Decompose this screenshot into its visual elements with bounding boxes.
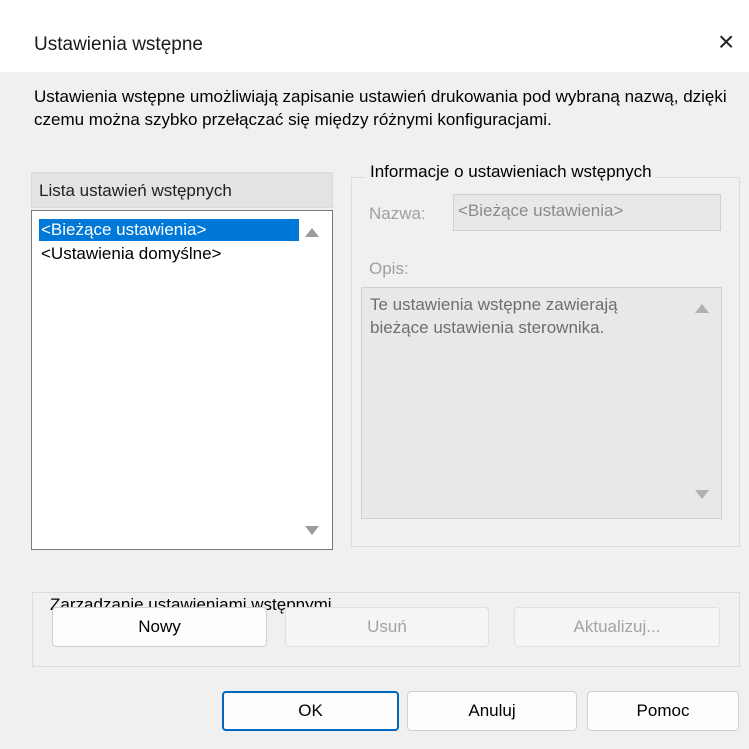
preset-listbox[interactable]: <Bieżące ustawienia> <Ustawienia domyśln…: [31, 210, 333, 550]
preset-list-header-label: Lista ustawień wstępnych: [39, 181, 232, 200]
list-item-current-settings[interactable]: <Bieżące ustawienia>: [39, 219, 299, 241]
dialog-title: Ustawienia wstępne: [34, 34, 203, 55]
desc-scroll-up-icon: [695, 304, 709, 313]
name-field: <Bieżące ustawienia>: [453, 194, 721, 231]
cancel-button[interactable]: Anuluj: [407, 691, 577, 731]
description-field: Te ustawienia wstępne zawierają bieżące …: [361, 287, 722, 519]
list-item-default-settings[interactable]: <Ustawienia domyślne>: [39, 243, 223, 265]
preset-info-legend: Informacje o ustawieniach wstępnych: [366, 162, 656, 182]
name-value: <Bieżące ustawienia>: [458, 201, 624, 220]
preset-list-header: Lista ustawień wstępnych: [31, 172, 333, 208]
new-button[interactable]: Nowy: [52, 607, 267, 647]
scroll-down-arrow-icon[interactable]: [305, 526, 319, 535]
name-label: Nazwa:: [369, 204, 426, 223]
desc-scroll-down-icon: [695, 490, 709, 499]
description-label: Opis:: [369, 259, 409, 278]
close-icon[interactable]: ×: [718, 28, 748, 58]
dialog-description: Ustawienia wstępne umożliwiają zapisanie…: [34, 87, 727, 129]
scroll-up-arrow-icon[interactable]: [305, 228, 319, 237]
description-value: Te ustawienia wstępne zawierają bieżące …: [370, 295, 618, 337]
presets-dialog: Ustawienia wstępne × Ustawienia wstępne …: [0, 0, 749, 749]
update-button[interactable]: Aktualizuj...: [514, 607, 720, 647]
ok-button[interactable]: OK: [222, 691, 399, 731]
title-bar: Ustawienia wstępne ×: [0, 0, 749, 72]
help-button[interactable]: Pomoc: [587, 691, 739, 731]
delete-button[interactable]: Usuń: [285, 607, 489, 647]
